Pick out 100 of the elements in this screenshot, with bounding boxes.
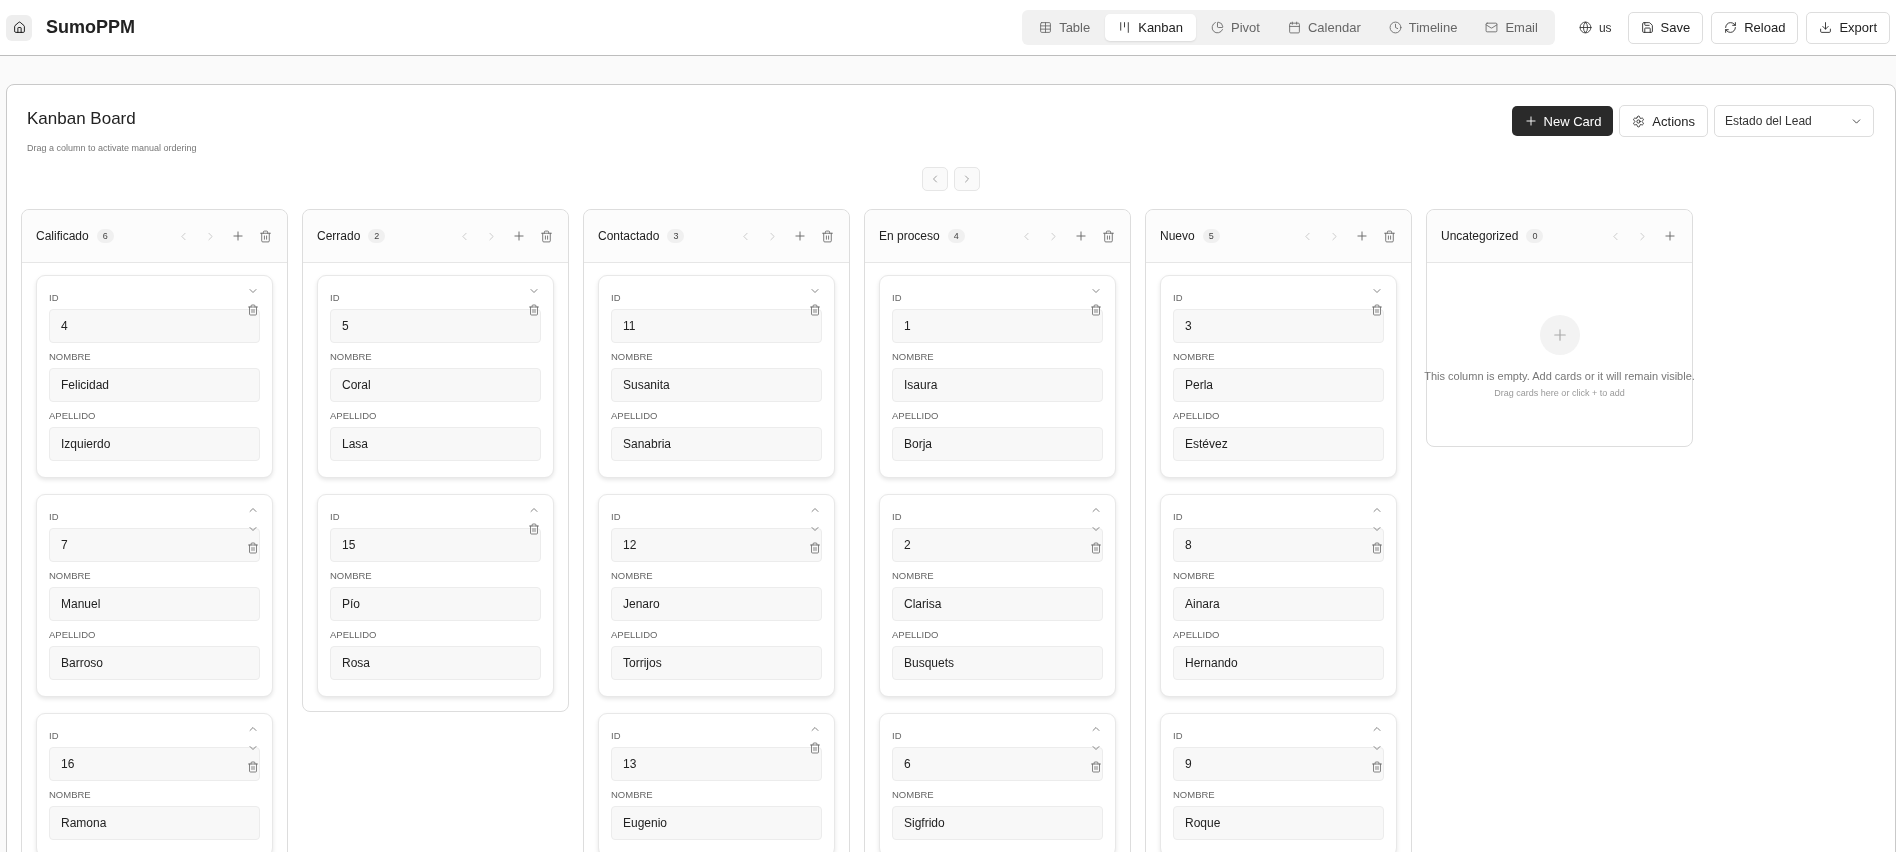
- field-value[interactable]: Coral: [330, 368, 541, 402]
- field-label: APELLIDO: [892, 629, 940, 640]
- column-title: Cerrado: [317, 229, 361, 243]
- view-tab[interactable]: Email: [1472, 14, 1551, 41]
- field-value[interactable]: 8: [1173, 528, 1384, 562]
- field-value[interactable]: Susanita: [611, 368, 822, 402]
- globe-icon: [1578, 21, 1592, 34]
- field-label: NOMBRE: [611, 351, 654, 362]
- field-value[interactable]: Rosa: [330, 646, 541, 680]
- home-icon: [12, 21, 26, 34]
- field-value[interactable]: 11: [611, 309, 822, 343]
- field-value[interactable]: Izquierdo: [49, 427, 260, 461]
- board-subtitle: Drag a column to activate manual ordering: [27, 143, 197, 153]
- save-button[interactable]: Save: [1627, 11, 1704, 44]
- delete-icon: [247, 761, 259, 773]
- field-value[interactable]: Barroso: [49, 646, 260, 680]
- field-label: APELLIDO: [892, 410, 940, 421]
- field-value[interactable]: Lasa: [330, 427, 541, 461]
- field-value[interactable]: Eugenio: [611, 806, 822, 840]
- field-label: NOMBRE: [49, 789, 92, 800]
- card-count: 6: [96, 229, 114, 243]
- reload-icon: [1724, 21, 1738, 34]
- field-value[interactable]: 12: [611, 528, 822, 562]
- field-label: APELLIDO: [611, 410, 659, 421]
- view-tab[interactable]: Kanban: [1105, 14, 1197, 41]
- empty-hint: Drag cards here or click + to add: [1494, 388, 1625, 398]
- view-tab[interactable]: Pivot: [1198, 14, 1273, 41]
- field-value[interactable]: 15: [330, 528, 541, 562]
- field-value[interactable]: Sigfrido: [892, 806, 1103, 840]
- field-label: APELLIDO: [330, 629, 378, 640]
- export-button[interactable]: Export: [1806, 11, 1890, 44]
- field-value[interactable]: Sanabria: [611, 427, 822, 461]
- field-label: NOMBRE: [1173, 351, 1216, 362]
- delete-icon: [1102, 229, 1115, 243]
- field-value[interactable]: 5: [330, 309, 541, 343]
- field-value[interactable]: 7: [49, 528, 260, 562]
- field-value[interactable]: Borja: [892, 427, 1103, 461]
- table-icon: [1039, 21, 1053, 34]
- field-value[interactable]: 16: [49, 747, 260, 781]
- field-value[interactable]: Busquets: [892, 646, 1103, 680]
- delete-icon: [1371, 761, 1383, 773]
- card-count: 4: [947, 229, 965, 243]
- field-value[interactable]: 2: [892, 528, 1103, 562]
- field-label: NOMBRE: [49, 570, 92, 581]
- view-tab[interactable]: Timeline: [1375, 14, 1471, 41]
- field-value[interactable]: Isaura: [892, 368, 1103, 402]
- field-value[interactable]: Clarisa: [892, 587, 1103, 621]
- field-value[interactable]: 6: [892, 747, 1103, 781]
- field-value[interactable]: Estévez: [1173, 427, 1384, 461]
- field-label: ID: [330, 511, 341, 522]
- view-tab[interactable]: Calendar: [1274, 14, 1374, 41]
- field-value[interactable]: 9: [1173, 747, 1384, 781]
- field-value[interactable]: Jenaro: [611, 587, 822, 621]
- field-label: ID: [1173, 292, 1184, 303]
- field-label: NOMBRE: [49, 351, 92, 362]
- delete-icon: [809, 304, 821, 316]
- plus-icon: [1663, 229, 1677, 243]
- plus-icon: [512, 229, 526, 243]
- pie-chart-icon: [1211, 21, 1225, 34]
- scroll-right-button[interactable]: [954, 167, 980, 191]
- field-value[interactable]: 13: [611, 747, 822, 781]
- field-label: ID: [611, 730, 622, 741]
- delete-icon: [821, 229, 834, 243]
- delete-icon: [528, 304, 540, 316]
- field-label: NOMBRE: [892, 789, 935, 800]
- scroll-left-button[interactable]: [922, 167, 948, 191]
- column-title: Calificado: [36, 229, 89, 243]
- field-value[interactable]: Hernando: [1173, 646, 1384, 680]
- field-label: ID: [330, 292, 341, 303]
- field-value[interactable]: Roque: [1173, 806, 1384, 840]
- add-card-circle[interactable]: [1539, 315, 1580, 355]
- field-value[interactable]: 1: [892, 309, 1103, 343]
- actions-button[interactable]: Actions: [1619, 105, 1708, 137]
- language-button[interactable]: us: [1570, 16, 1620, 39]
- field-value[interactable]: Felicidad: [49, 368, 260, 402]
- field-label: ID: [49, 292, 60, 303]
- home-button[interactable]: [6, 14, 32, 41]
- new-card-button[interactable]: New Card: [1511, 106, 1614, 136]
- field-value[interactable]: 3: [1173, 309, 1384, 343]
- delete-icon: [1090, 304, 1102, 316]
- field-value[interactable]: Ramona: [49, 806, 260, 840]
- field-label: ID: [892, 730, 903, 741]
- card-count: 2: [368, 229, 386, 243]
- field-label: NOMBRE: [1173, 789, 1216, 800]
- field-value[interactable]: Manuel: [49, 587, 260, 621]
- group-by-select[interactable]: Estado del Lead: [1714, 105, 1874, 137]
- field-value[interactable]: Perla: [1173, 368, 1384, 402]
- field-value[interactable]: Torrijos: [611, 646, 822, 680]
- column-title: Nuevo: [1160, 229, 1195, 243]
- field-value[interactable]: Pío: [330, 587, 541, 621]
- field-value[interactable]: Ainara: [1173, 587, 1384, 621]
- save-icon: [1640, 21, 1654, 34]
- delete-icon: [809, 742, 821, 754]
- column-title: Uncategorized: [1441, 229, 1519, 243]
- field-label: ID: [49, 730, 60, 741]
- field-label: NOMBRE: [330, 570, 373, 581]
- view-tab[interactable]: Table: [1026, 14, 1104, 41]
- plus-icon: [1355, 229, 1369, 243]
- field-value[interactable]: 4: [49, 309, 260, 343]
- reload-button[interactable]: Reload: [1711, 11, 1799, 44]
